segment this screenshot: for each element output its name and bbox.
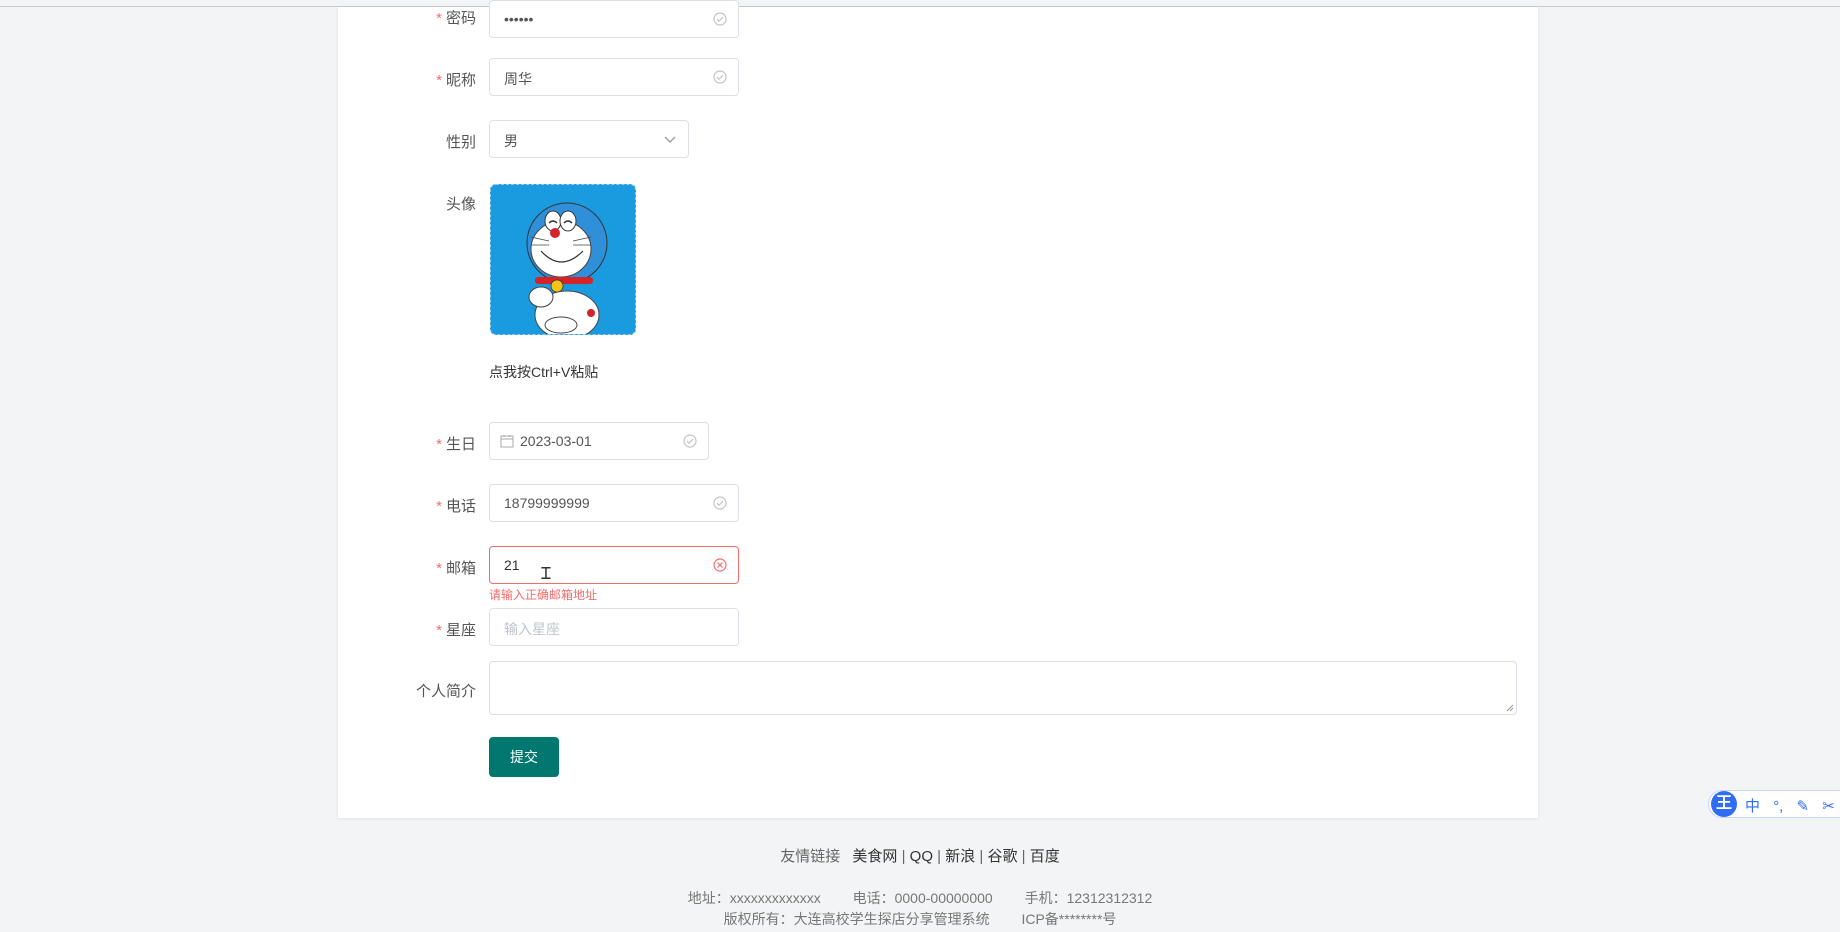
password-value: •••••• — [504, 11, 534, 27]
footer-links-label: 友情链接 — [780, 848, 841, 865]
email-field[interactable]: 21 — [489, 546, 739, 584]
email-value: 21 — [504, 557, 520, 573]
footer-mobile: 手机：12312312312 — [1024, 890, 1153, 906]
ime-chinese-mode-icon[interactable]: 中 — [1745, 798, 1760, 815]
gender-value: 男 — [504, 133, 518, 149]
nickname-field[interactable]: 周华 — [489, 58, 739, 96]
avatar-label: 头像 — [445, 196, 476, 213]
password-field[interactable]: •••••• — [489, 0, 739, 38]
ime-toolbar: 王 中 °, ✎ ✂ ⊞ — [1708, 790, 1840, 818]
error-circle-icon — [713, 558, 727, 572]
gender-label: 性别 — [445, 134, 476, 151]
avatar-image — [491, 185, 635, 334]
phone-field[interactable]: 18799999999 — [489, 484, 739, 522]
email-label: * 邮箱 — [436, 560, 476, 577]
birthday-label: * 生日 — [436, 436, 476, 453]
footer-copyright-text: 版权所有：大连高校学生探店分享管理系统 — [723, 911, 990, 927]
nickname-value: 周华 — [504, 71, 532, 87]
footer-link[interactable]: 谷歌 — [988, 848, 1018, 865]
ime-scissors-icon[interactable]: ✂ — [1822, 798, 1835, 815]
footer-links: 友情链接 美食网 | QQ | 新浪 | 谷歌 | 百度 — [780, 848, 1060, 865]
gender-select[interactable]: 男 — [489, 120, 689, 158]
ime-logo-icon[interactable]: 王 — [1711, 791, 1737, 817]
submit-button[interactable]: 提交 — [489, 737, 559, 777]
footer-address: 地址：xxxxxxxxxxxxx — [687, 890, 821, 906]
check-circle-icon — [713, 70, 727, 84]
ime-punctuation-icon[interactable]: °, — [1773, 798, 1783, 815]
constellation-field[interactable]: 输入星座 — [489, 608, 739, 646]
text-cursor-icon: Ꮖ — [541, 566, 552, 583]
footer-icp: ICP备********号 — [1021, 911, 1117, 927]
constellation-label: * 星座 — [436, 622, 476, 639]
bio-label: 个人简介 — [415, 683, 476, 700]
footer-link[interactable]: 新浪 — [945, 848, 975, 865]
ime-handwriting-icon[interactable]: ✎ — [1797, 798, 1810, 815]
avatar-uploader[interactable] — [490, 184, 636, 335]
phone-label: * 电话 — [436, 498, 476, 515]
footer-link[interactable]: 百度 — [1030, 848, 1060, 865]
footer-link[interactable]: QQ — [910, 848, 933, 865]
check-circle-icon — [713, 496, 727, 510]
birthday-value: 2023-03-01 — [520, 433, 592, 449]
footer-contact: 地址：xxxxxxxxxxxxx 电话：0000-00000000 手机：123… — [0, 888, 1840, 908]
phone-value: 18799999999 — [504, 495, 590, 511]
bio-textarea[interactable] — [489, 661, 1517, 715]
check-circle-icon — [713, 12, 727, 26]
nickname-label: * 昵称 — [436, 72, 476, 89]
birthday-date-picker[interactable]: 2023-03-01 — [489, 422, 709, 460]
constellation-placeholder: 输入星座 — [504, 621, 560, 637]
footer-tel: 电话：0000-00000000 — [852, 890, 993, 906]
check-circle-icon — [683, 434, 697, 448]
footer-copyright: 版权所有：大连高校学生探店分享管理系统 ICP备********号 — [0, 909, 1840, 929]
calendar-icon — [500, 435, 514, 448]
password-label: * 密码 — [436, 10, 476, 27]
email-error-message: 请输入正确邮箱地址 — [489, 588, 598, 602]
chevron-down-icon — [664, 136, 676, 143]
profile-form-card: * 密码 •••••• * 昵称 周华 性别 男 头像 点我按Ctrl+V粘贴 … — [338, 0, 1538, 818]
resize-handle-icon[interactable] — [1506, 704, 1514, 712]
paste-hint[interactable]: 点我按Ctrl+V粘贴 — [489, 362, 598, 382]
footer-link[interactable]: 美食网 — [852, 848, 897, 865]
